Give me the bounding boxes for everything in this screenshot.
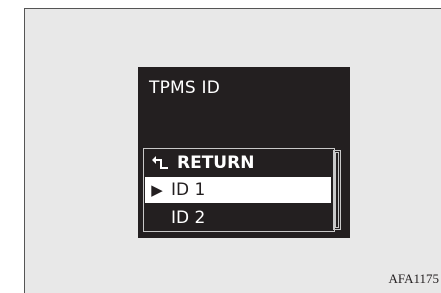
menu-item-id2[interactable]: ID 2: [145, 205, 331, 231]
menu-item-label: RETURN: [177, 153, 255, 173]
return-arrow-icon: [151, 155, 169, 171]
menu-item-label: ID 2: [171, 208, 206, 228]
display-title: TPMS ID: [149, 78, 221, 98]
right-triangle-icon: ▶: [151, 181, 163, 199]
scroll-thumb[interactable]: [335, 152, 339, 228]
instrument-display: TPMS ID RETURN ▶ ID 1 ID 2: [138, 67, 350, 238]
menu-item-id1[interactable]: ▶ ID 1: [145, 177, 331, 203]
tpms-id-menu: RETURN ▶ ID 1 ID 2: [143, 148, 335, 232]
menu-scrollbar[interactable]: [333, 150, 341, 230]
menu-item-return[interactable]: RETURN: [145, 150, 331, 176]
figure-code: AFA1175: [388, 271, 439, 286]
menu-item-label: ID 1: [171, 180, 206, 200]
figure: TPMS ID RETURN ▶ ID 1 ID 2 AFA1175: [0, 0, 441, 293]
